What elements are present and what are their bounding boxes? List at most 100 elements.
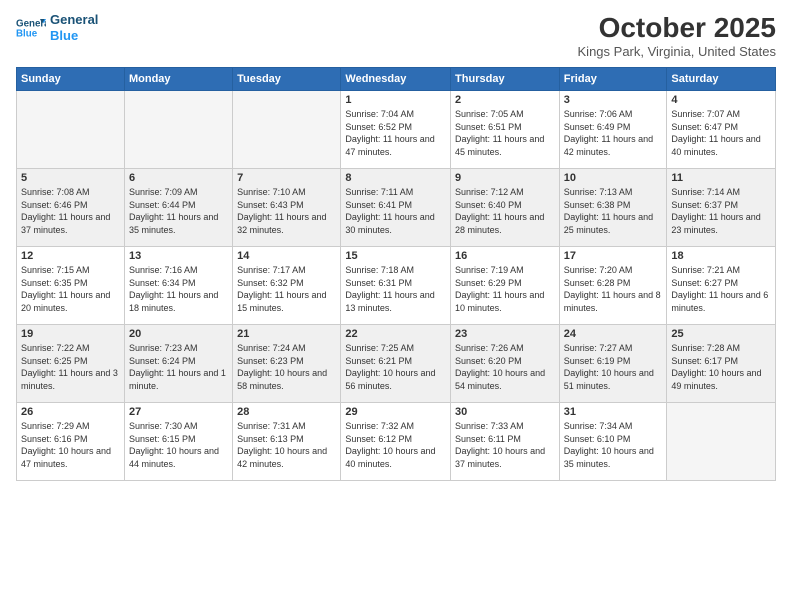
day-number: 18 [671, 250, 771, 262]
header-monday: Monday [124, 68, 232, 91]
day-cell-1-0: 5 Sunrise: 7:08 AMSunset: 6:46 PMDayligh… [17, 169, 125, 247]
day-info: Sunrise: 7:08 AMSunset: 6:46 PMDaylight:… [21, 186, 120, 236]
day-number: 19 [21, 328, 120, 340]
day-info: Sunrise: 7:26 AMSunset: 6:20 PMDaylight:… [455, 342, 555, 392]
day-info: Sunrise: 7:13 AMSunset: 6:38 PMDaylight:… [564, 186, 663, 236]
day-number: 21 [237, 328, 336, 340]
day-info: Sunrise: 7:27 AMSunset: 6:19 PMDaylight:… [564, 342, 663, 392]
day-number: 29 [345, 406, 446, 418]
day-cell-4-4: 30 Sunrise: 7:33 AMSunset: 6:11 PMDaylig… [451, 403, 560, 481]
day-info: Sunrise: 7:15 AMSunset: 6:35 PMDaylight:… [21, 264, 120, 314]
day-number: 16 [455, 250, 555, 262]
day-cell-1-2: 7 Sunrise: 7:10 AMSunset: 6:43 PMDayligh… [233, 169, 341, 247]
week-row-4: 26 Sunrise: 7:29 AMSunset: 6:16 PMDaylig… [17, 403, 776, 481]
day-info: Sunrise: 7:31 AMSunset: 6:13 PMDaylight:… [237, 420, 336, 470]
day-number: 26 [21, 406, 120, 418]
day-number: 1 [345, 94, 446, 106]
day-cell-0-6: 4 Sunrise: 7:07 AMSunset: 6:47 PMDayligh… [667, 91, 776, 169]
day-cell-0-2 [233, 91, 341, 169]
day-info: Sunrise: 7:24 AMSunset: 6:23 PMDaylight:… [237, 342, 336, 392]
day-cell-3-5: 24 Sunrise: 7:27 AMSunset: 6:19 PMDaylig… [559, 325, 667, 403]
day-cell-4-1: 27 Sunrise: 7:30 AMSunset: 6:15 PMDaylig… [124, 403, 232, 481]
day-number: 30 [455, 406, 555, 418]
day-info: Sunrise: 7:12 AMSunset: 6:40 PMDaylight:… [455, 186, 555, 236]
day-number: 13 [129, 250, 228, 262]
day-info: Sunrise: 7:18 AMSunset: 6:31 PMDaylight:… [345, 264, 446, 314]
day-info: Sunrise: 7:10 AMSunset: 6:43 PMDaylight:… [237, 186, 336, 236]
day-number: 12 [21, 250, 120, 262]
day-number: 31 [564, 406, 663, 418]
day-info: Sunrise: 7:16 AMSunset: 6:34 PMDaylight:… [129, 264, 228, 314]
day-number: 27 [129, 406, 228, 418]
day-cell-3-1: 20 Sunrise: 7:23 AMSunset: 6:24 PMDaylig… [124, 325, 232, 403]
day-number: 8 [345, 172, 446, 184]
day-cell-0-0 [17, 91, 125, 169]
day-cell-4-2: 28 Sunrise: 7:31 AMSunset: 6:13 PMDaylig… [233, 403, 341, 481]
day-cell-1-4: 9 Sunrise: 7:12 AMSunset: 6:40 PMDayligh… [451, 169, 560, 247]
day-info: Sunrise: 7:06 AMSunset: 6:49 PMDaylight:… [564, 108, 663, 158]
day-cell-1-5: 10 Sunrise: 7:13 AMSunset: 6:38 PMDaylig… [559, 169, 667, 247]
day-cell-0-1 [124, 91, 232, 169]
day-cell-3-2: 21 Sunrise: 7:24 AMSunset: 6:23 PMDaylig… [233, 325, 341, 403]
day-cell-3-6: 25 Sunrise: 7:28 AMSunset: 6:17 PMDaylig… [667, 325, 776, 403]
day-info: Sunrise: 7:21 AMSunset: 6:27 PMDaylight:… [671, 264, 771, 314]
day-cell-3-4: 23 Sunrise: 7:26 AMSunset: 6:20 PMDaylig… [451, 325, 560, 403]
week-row-3: 19 Sunrise: 7:22 AMSunset: 6:25 PMDaylig… [17, 325, 776, 403]
day-cell-2-0: 12 Sunrise: 7:15 AMSunset: 6:35 PMDaylig… [17, 247, 125, 325]
day-info: Sunrise: 7:07 AMSunset: 6:47 PMDaylight:… [671, 108, 771, 158]
location: Kings Park, Virginia, United States [578, 44, 776, 59]
day-cell-2-6: 18 Sunrise: 7:21 AMSunset: 6:27 PMDaylig… [667, 247, 776, 325]
day-info: Sunrise: 7:19 AMSunset: 6:29 PMDaylight:… [455, 264, 555, 314]
day-cell-4-0: 26 Sunrise: 7:29 AMSunset: 6:16 PMDaylig… [17, 403, 125, 481]
day-number: 23 [455, 328, 555, 340]
day-number: 22 [345, 328, 446, 340]
day-info: Sunrise: 7:30 AMSunset: 6:15 PMDaylight:… [129, 420, 228, 470]
header-thursday: Thursday [451, 68, 560, 91]
day-cell-2-4: 16 Sunrise: 7:19 AMSunset: 6:29 PMDaylig… [451, 247, 560, 325]
calendar-container: General Blue General Blue October 2025 K… [0, 0, 792, 612]
day-info: Sunrise: 7:32 AMSunset: 6:12 PMDaylight:… [345, 420, 446, 470]
header-saturday: Saturday [667, 68, 776, 91]
day-cell-3-3: 22 Sunrise: 7:25 AMSunset: 6:21 PMDaylig… [341, 325, 451, 403]
header-friday: Friday [559, 68, 667, 91]
day-info: Sunrise: 7:23 AMSunset: 6:24 PMDaylight:… [129, 342, 228, 392]
day-number: 20 [129, 328, 228, 340]
header-wednesday: Wednesday [341, 68, 451, 91]
day-info: Sunrise: 7:09 AMSunset: 6:44 PMDaylight:… [129, 186, 228, 236]
day-cell-4-6 [667, 403, 776, 481]
day-number: 5 [21, 172, 120, 184]
day-number: 2 [455, 94, 555, 106]
day-info: Sunrise: 7:11 AMSunset: 6:41 PMDaylight:… [345, 186, 446, 236]
day-number: 10 [564, 172, 663, 184]
header: General Blue General Blue October 2025 K… [16, 12, 776, 59]
day-info: Sunrise: 7:33 AMSunset: 6:11 PMDaylight:… [455, 420, 555, 470]
weekday-header-row: Sunday Monday Tuesday Wednesday Thursday… [17, 68, 776, 91]
day-cell-4-5: 31 Sunrise: 7:34 AMSunset: 6:10 PMDaylig… [559, 403, 667, 481]
day-number: 4 [671, 94, 771, 106]
svg-text:Blue: Blue [16, 28, 38, 39]
day-number: 11 [671, 172, 771, 184]
header-tuesday: Tuesday [233, 68, 341, 91]
day-cell-0-5: 3 Sunrise: 7:06 AMSunset: 6:49 PMDayligh… [559, 91, 667, 169]
day-info: Sunrise: 7:22 AMSunset: 6:25 PMDaylight:… [21, 342, 120, 392]
title-block: October 2025 Kings Park, Virginia, Unite… [578, 12, 776, 59]
day-cell-1-1: 6 Sunrise: 7:09 AMSunset: 6:44 PMDayligh… [124, 169, 232, 247]
day-number: 28 [237, 406, 336, 418]
day-info: Sunrise: 7:34 AMSunset: 6:10 PMDaylight:… [564, 420, 663, 470]
day-info: Sunrise: 7:17 AMSunset: 6:32 PMDaylight:… [237, 264, 336, 314]
day-number: 14 [237, 250, 336, 262]
month-title: October 2025 [578, 12, 776, 44]
week-row-1: 5 Sunrise: 7:08 AMSunset: 6:46 PMDayligh… [17, 169, 776, 247]
day-number: 24 [564, 328, 663, 340]
logo: General Blue General Blue [16, 12, 98, 43]
day-info: Sunrise: 7:25 AMSunset: 6:21 PMDaylight:… [345, 342, 446, 392]
day-info: Sunrise: 7:05 AMSunset: 6:51 PMDaylight:… [455, 108, 555, 158]
day-cell-1-6: 11 Sunrise: 7:14 AMSunset: 6:37 PMDaylig… [667, 169, 776, 247]
day-info: Sunrise: 7:20 AMSunset: 6:28 PMDaylight:… [564, 264, 663, 314]
day-cell-2-3: 15 Sunrise: 7:18 AMSunset: 6:31 PMDaylig… [341, 247, 451, 325]
day-cell-2-5: 17 Sunrise: 7:20 AMSunset: 6:28 PMDaylig… [559, 247, 667, 325]
day-info: Sunrise: 7:04 AMSunset: 6:52 PMDaylight:… [345, 108, 446, 158]
logo-general: General [50, 12, 98, 28]
day-cell-2-2: 14 Sunrise: 7:17 AMSunset: 6:32 PMDaylig… [233, 247, 341, 325]
day-number: 17 [564, 250, 663, 262]
